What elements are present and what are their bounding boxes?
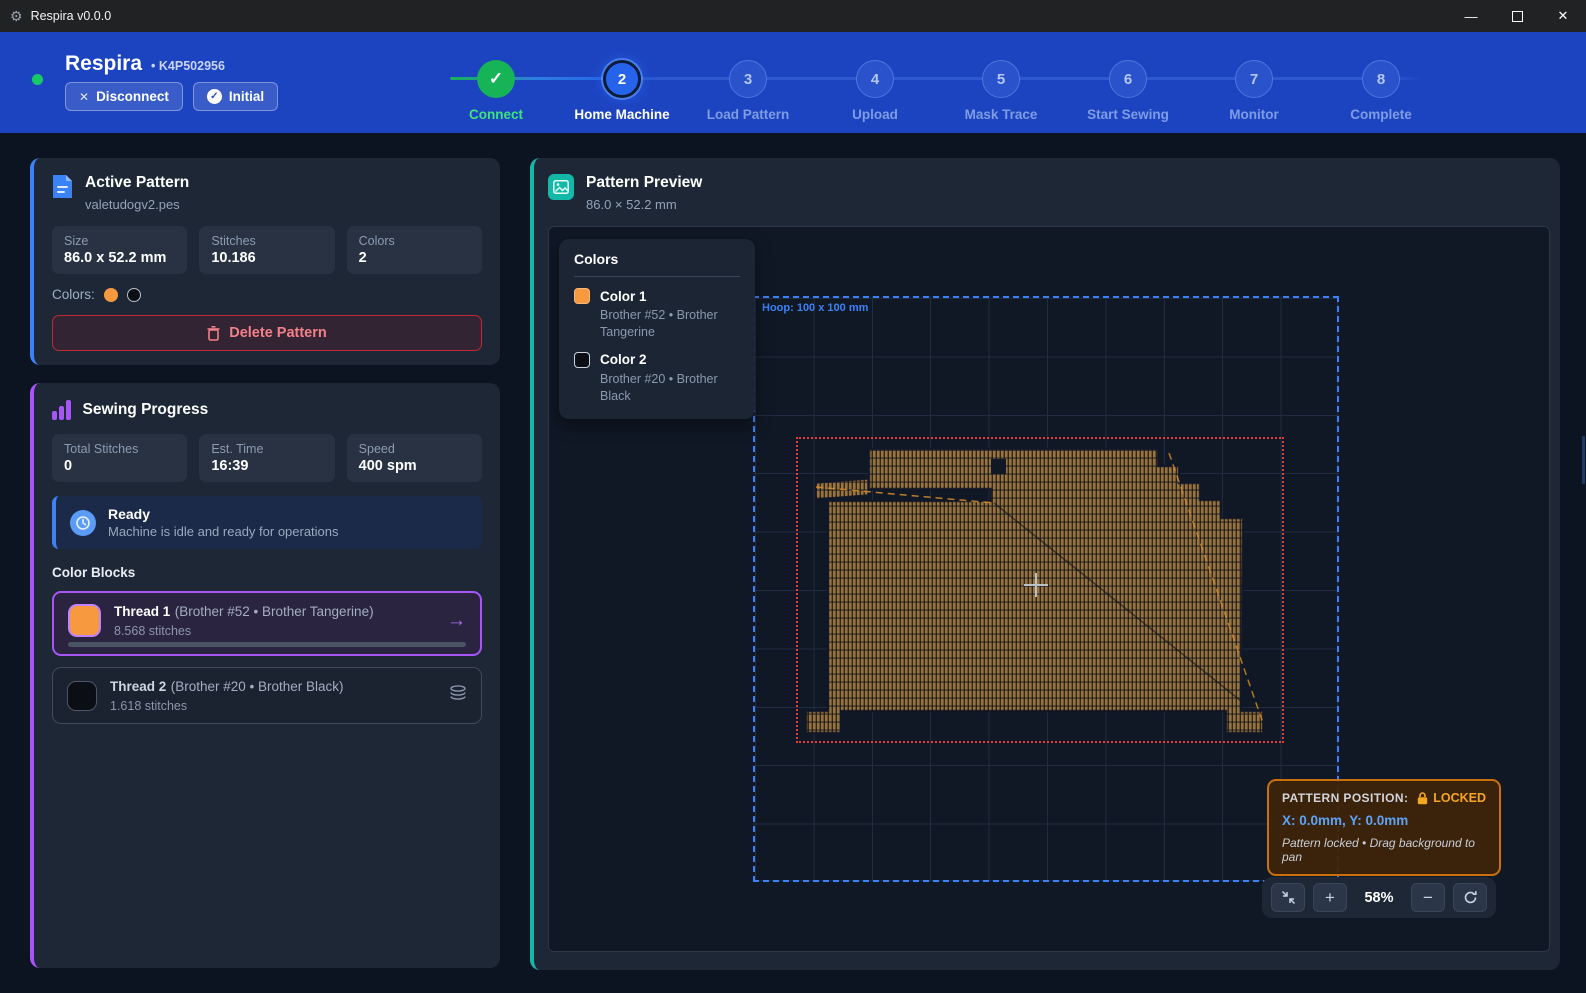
pattern-filename: valetudogv2.pes xyxy=(85,197,189,212)
stat-speed: Speed 400 spm xyxy=(347,434,482,482)
legend-item-color-2: Color 2 Brother #20 • Brother Black xyxy=(574,352,740,405)
pattern-preview-card: Pattern Preview 86.0 × 52.2 mm Hoop: 100… xyxy=(530,158,1560,970)
step-start-sewing[interactable]: 6 Start Sewing xyxy=(1063,60,1193,122)
status-text: Machine is idle and ready for operations xyxy=(108,524,339,539)
locked-badge: LOCKED xyxy=(1417,791,1486,805)
fit-to-screen-icon xyxy=(1281,890,1296,905)
status-title: Ready xyxy=(108,506,339,522)
active-pattern-card: Active Pattern valetudogv2.pes Size 86.0… xyxy=(30,158,500,365)
pattern-bounding-box xyxy=(796,437,1284,743)
thread-1-swatch xyxy=(68,604,101,637)
clock-icon xyxy=(70,510,96,536)
legend-swatch-orange xyxy=(574,288,590,304)
legend-item-color-1: Color 1 Brother #52 • Brother Tangerine xyxy=(574,288,740,341)
step-mask-trace[interactable]: 5 Mask Trace xyxy=(936,60,1066,122)
card-title: Active Pattern xyxy=(85,174,189,192)
sewing-progress-card: Sewing Progress Total Stitches 0 Est. Ti… xyxy=(30,383,500,968)
file-icon xyxy=(52,174,73,199)
thread-2-row[interactable]: Thread 2 (Brother #20 • Brother Black) 1… xyxy=(52,667,482,724)
layers-icon xyxy=(449,685,467,706)
zoom-toolbar: + 58% − xyxy=(1262,877,1496,918)
step-connect[interactable]: ✓ Connect xyxy=(431,60,561,122)
bar-chart-icon xyxy=(52,400,71,420)
card-title: Pattern Preview xyxy=(586,174,702,192)
stat-colors: Colors 2 xyxy=(347,226,482,274)
stat-stitches: Stitches 10.186 xyxy=(199,226,334,274)
arrow-right-icon: → xyxy=(447,610,466,632)
stat-size: Size 86.0 x 52.2 mm xyxy=(52,226,187,274)
step-upload[interactable]: 4 Upload xyxy=(810,60,940,122)
color-dot-black xyxy=(127,288,141,302)
title-bar: ⚙ Respira v0.0.0 — ✕ xyxy=(0,0,1586,32)
minimize-button[interactable]: — xyxy=(1448,0,1494,32)
trash-icon xyxy=(207,326,220,341)
lock-icon xyxy=(1417,792,1428,805)
position-coordinates: X: 0.0mm, Y: 0.0mm xyxy=(1282,813,1486,828)
pattern-dimensions: 86.0 × 52.2 mm xyxy=(586,197,702,212)
maximize-button[interactable] xyxy=(1494,0,1540,32)
preview-canvas[interactable]: Hoop: 100 x 100 mm xyxy=(548,226,1550,952)
stat-total-stitches: Total Stitches 0 xyxy=(52,434,187,482)
fit-to-screen-button[interactable] xyxy=(1271,883,1305,912)
colors-label: Colors: xyxy=(52,287,95,302)
legend-title: Colors xyxy=(574,251,740,277)
step-check-icon: ✓ xyxy=(477,60,515,98)
card-title: Sewing Progress xyxy=(83,401,209,419)
app-icon: ⚙ xyxy=(10,8,23,25)
color-dot-orange xyxy=(104,288,118,302)
pattern-position-overlay: PATTERN POSITION: LOCKED X: 0.0mm, Y: 0.… xyxy=(1267,779,1501,876)
hoop-label: Hoop: 100 x 100 mm xyxy=(762,302,868,314)
colors-legend: Colors Color 1 Brother #52 • Brother Tan… xyxy=(559,239,755,419)
step-complete[interactable]: 8 Complete xyxy=(1316,60,1446,122)
maximize-icon xyxy=(1512,11,1523,22)
app-header: Respira • K4P502956 ✕ Disconnect ✓ Initi… xyxy=(0,32,1586,133)
zoom-out-button[interactable]: − xyxy=(1411,883,1445,912)
position-label: PATTERN POSITION: xyxy=(1282,791,1408,805)
thread-1-row[interactable]: Thread 1 (Brother #52 • Brother Tangerin… xyxy=(52,591,482,656)
thread-1-progress-bar xyxy=(68,642,466,647)
stat-est-time: Est. Time 16:39 xyxy=(199,434,334,482)
thread-2-swatch xyxy=(67,681,97,711)
zoom-in-button[interactable]: + xyxy=(1313,883,1347,912)
window-scrollbar[interactable] xyxy=(1582,436,1585,484)
image-icon xyxy=(548,174,574,200)
window-title: Respira v0.0.0 xyxy=(31,9,112,23)
zoom-level: 58% xyxy=(1355,890,1403,906)
machine-status-banner: Ready Machine is idle and ready for oper… xyxy=(52,496,482,549)
app-window: ⚙ Respira v0.0.0 — ✕ Respira • K4P502956… xyxy=(0,0,1586,993)
legend-swatch-black xyxy=(574,352,590,368)
step-load-pattern[interactable]: 3 Load Pattern xyxy=(683,60,813,122)
reset-view-button[interactable] xyxy=(1453,883,1487,912)
delete-pattern-button[interactable]: Delete Pattern xyxy=(52,315,482,351)
step-home-machine[interactable]: 2 Home Machine xyxy=(557,60,687,122)
step-monitor[interactable]: 7 Monitor xyxy=(1189,60,1319,122)
position-hint: Pattern locked • Drag background to pan xyxy=(1282,836,1486,864)
color-blocks-label: Color Blocks xyxy=(52,565,482,580)
refresh-icon xyxy=(1463,890,1478,905)
close-button[interactable]: ✕ xyxy=(1540,0,1586,32)
workflow-stepper: ✓ Connect 2 Home Machine 3 Load Pattern … xyxy=(0,32,1586,133)
